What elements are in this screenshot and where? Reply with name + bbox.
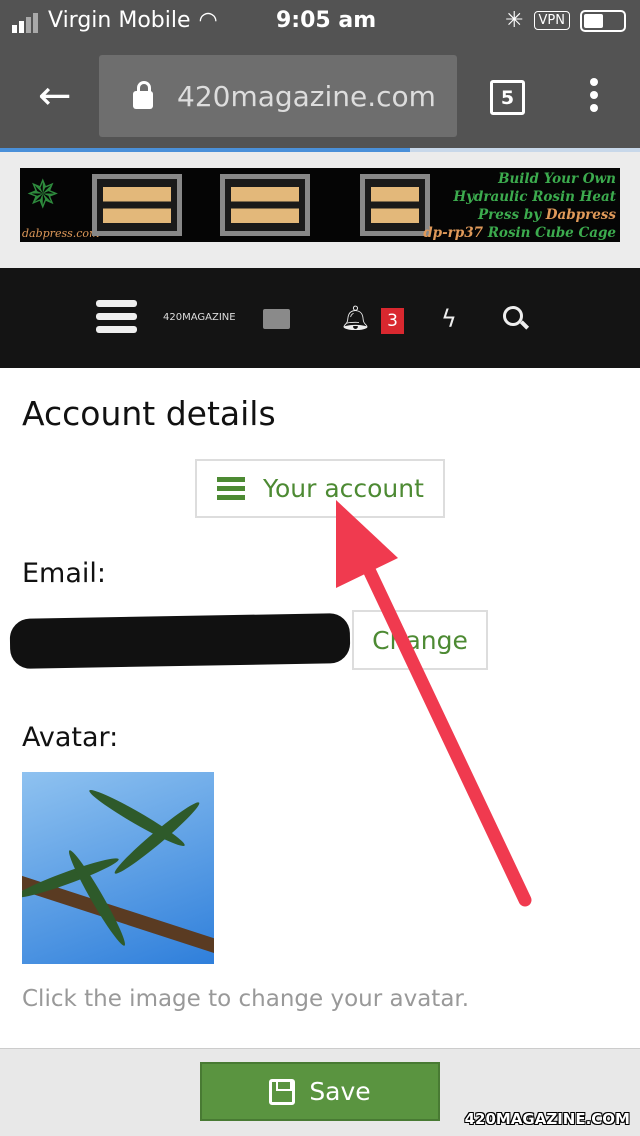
footer-bar: Save 420MAGAZINE.COM — [0, 1048, 640, 1136]
address-bar[interactable]: 420magazine.com — [99, 55, 457, 137]
avatar-image[interactable] — [22, 772, 214, 964]
press-image — [360, 174, 430, 236]
site-logo[interactable]: 420MAGAZINE — [163, 312, 236, 323]
tabs-button[interactable]: 5 — [490, 80, 525, 115]
save-button[interactable]: Save — [200, 1062, 440, 1121]
avatar-label: Avatar: — [22, 722, 119, 753]
page-load-progress — [0, 148, 640, 152]
lock-icon — [133, 81, 153, 109]
redacted-email — [9, 613, 351, 669]
your-account-button[interactable]: Your account — [195, 459, 445, 518]
search-icon[interactable] — [503, 306, 523, 326]
watermark: 420MAGAZINE.COM — [464, 1110, 630, 1128]
more-menu-icon[interactable] — [590, 78, 600, 117]
account-card: Account details Your account Email: Chan… — [0, 368, 640, 1048]
floppy-disk-icon — [269, 1078, 296, 1105]
ad-text: Build Your Own Hydraulic Rosin Heat Press… — [423, 171, 616, 241]
url-text: 420magazine.com — [177, 79, 436, 113]
signal-icon — [12, 8, 40, 33]
wifi-icon: ◠ — [198, 8, 218, 33]
cannabis-leaf-icon: ✵ — [26, 172, 60, 218]
status-bar: Virgin Mobile ◠ 9:05 am ✳ VPN — [0, 0, 640, 42]
site-nav: 420MAGAZINE 🔔︎ 3 ϟ — [0, 268, 640, 368]
page-title: Account details — [22, 394, 276, 433]
lightning-icon[interactable]: ϟ — [441, 305, 457, 333]
press-image — [92, 174, 182, 236]
list-icon — [217, 473, 245, 504]
battery-icon — [580, 9, 626, 32]
browser-toolbar: ← 420magazine.com 5 — [0, 42, 640, 148]
notification-badge[interactable]: 3 — [381, 308, 404, 334]
hamburger-menu-icon[interactable] — [96, 300, 137, 339]
ad-site: dabpress.com — [22, 227, 100, 240]
change-email-button[interactable]: Change — [352, 610, 488, 670]
carrier: Virgin Mobile — [48, 8, 191, 33]
avatar-hint: Click the image to change your avatar. — [22, 986, 470, 1012]
ad-banner[interactable]: ✵ dabpress.com Build Your Own Hydraulic R… — [20, 168, 620, 242]
activity-icon: ✳ — [505, 8, 524, 33]
back-arrow-icon[interactable]: ← — [38, 76, 72, 116]
press-image — [220, 174, 310, 236]
vpn-badge: VPN — [533, 11, 570, 30]
envelope-icon[interactable] — [263, 309, 290, 329]
bell-icon[interactable]: 🔔︎ — [340, 304, 370, 332]
clock: 9:05 am — [276, 8, 377, 33]
email-label: Email: — [22, 558, 107, 589]
